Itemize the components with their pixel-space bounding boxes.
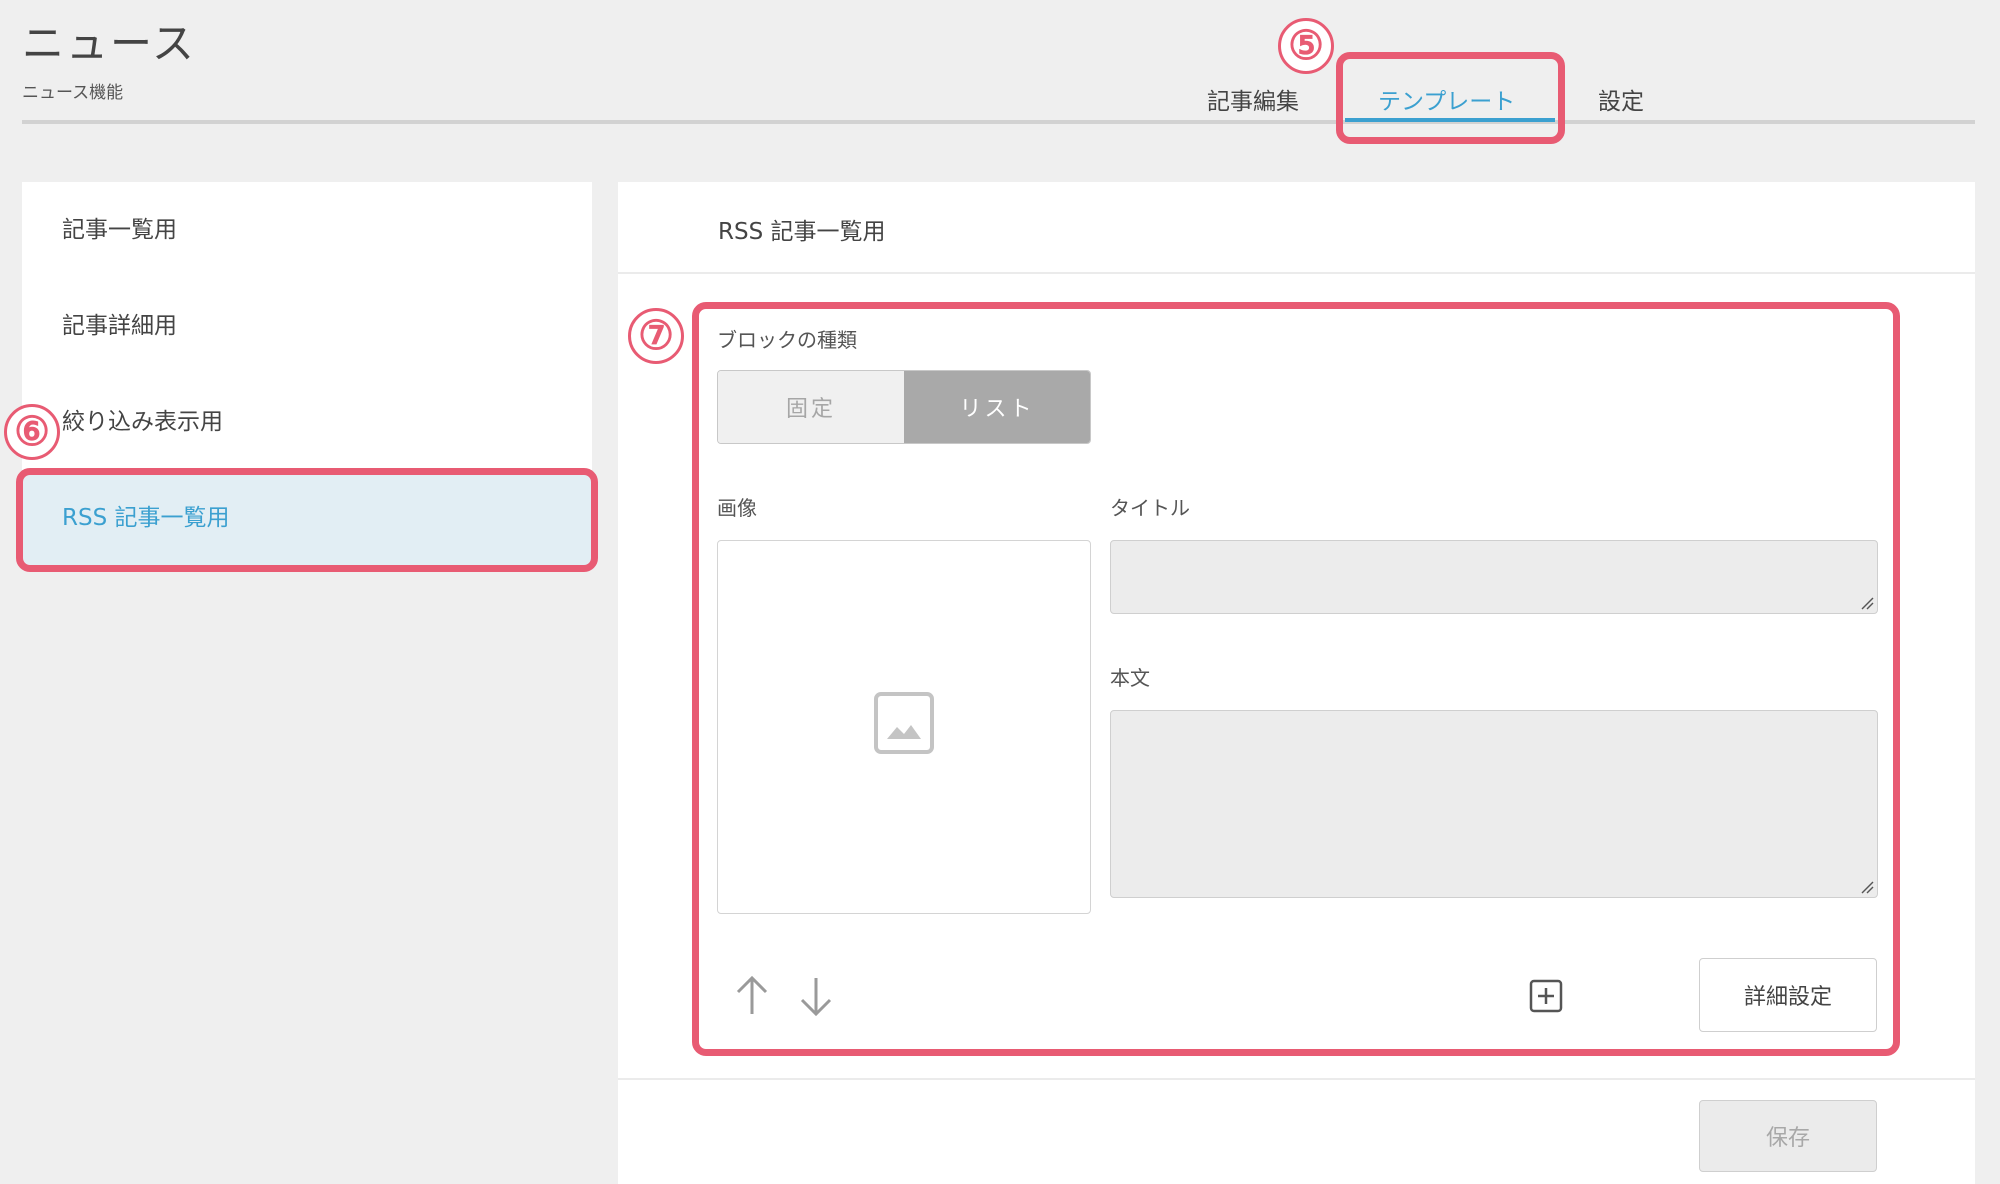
annotation-marker-5: ⑤	[1278, 18, 1334, 74]
block-type-toggle: 固定 リスト	[717, 370, 1091, 444]
active-tab-indicator	[1345, 118, 1555, 122]
tab-template[interactable]: テンプレート	[1378, 82, 1515, 116]
tab-bar: 記事編集 テンプレート 設定	[0, 0, 2000, 130]
image-dropzone[interactable]	[717, 540, 1091, 914]
annotation-marker-7: ⑦	[628, 308, 684, 364]
detail-settings-button[interactable]: 詳細設定	[1699, 958, 1877, 1032]
image-label: 画像	[717, 496, 757, 520]
panel-footer-divider	[618, 1078, 1975, 1080]
sidebar-item-article-list[interactable]: 記事一覧用	[22, 182, 592, 278]
panel-divider	[618, 272, 1975, 274]
body-field-label: 本文	[1110, 666, 1150, 690]
sidebar-item-article-detail[interactable]: 記事詳細用	[22, 278, 592, 374]
block-type-fixed-option[interactable]: 固定	[718, 371, 904, 443]
panel-title: RSS 記事一覧用	[718, 219, 886, 245]
title-textarea[interactable]	[1110, 540, 1878, 614]
resize-handle-icon[interactable]	[1860, 880, 1874, 894]
block-type-label: ブロックの種類	[717, 328, 857, 352]
arrow-down-icon[interactable]	[796, 974, 836, 1018]
save-button[interactable]: 保存	[1699, 1100, 1877, 1172]
title-field-label: タイトル	[1110, 496, 1190, 520]
tab-article-edit[interactable]: 記事編集	[1207, 82, 1299, 116]
tab-settings[interactable]: 設定	[1598, 82, 1644, 116]
template-editor-panel: RSS 記事一覧用 ブロックの種類 固定 リスト 画像 タイトル 本文 詳細設定…	[618, 182, 1975, 1184]
block-type-list-option[interactable]: リスト	[904, 371, 1090, 443]
resize-handle-icon[interactable]	[1860, 596, 1874, 610]
sidebar-item-rss-article-list[interactable]: RSS 記事一覧用	[22, 470, 592, 566]
add-square-icon[interactable]	[1528, 978, 1564, 1014]
header-divider	[22, 120, 1975, 124]
template-sidebar: 記事一覧用 記事詳細用 絞り込み表示用 RSS 記事一覧用	[22, 182, 592, 566]
annotation-marker-6: ⑥	[4, 404, 60, 460]
sidebar-item-filter-display[interactable]: 絞り込み表示用	[22, 374, 592, 470]
body-textarea[interactable]	[1110, 710, 1878, 898]
arrow-up-icon[interactable]	[732, 974, 772, 1018]
image-placeholder-icon	[874, 692, 934, 754]
